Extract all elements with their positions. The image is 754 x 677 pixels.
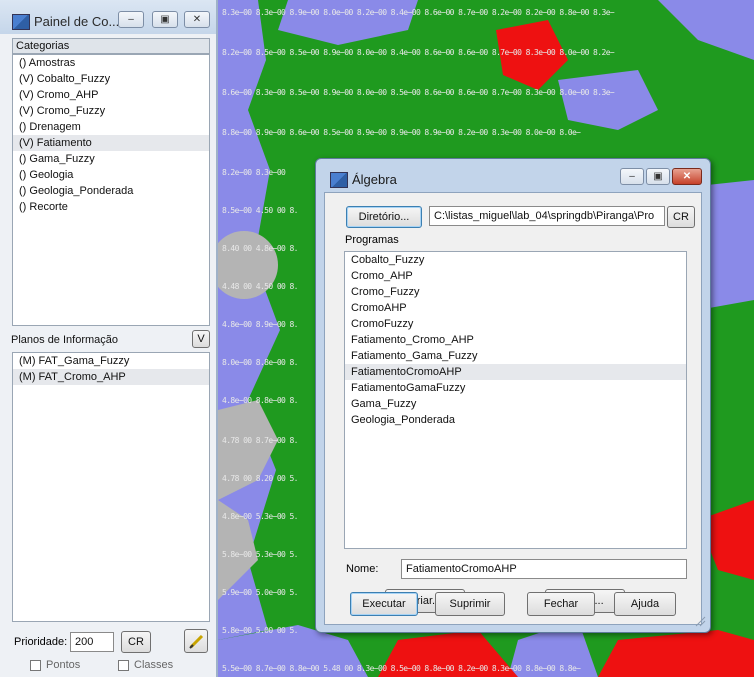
programa-item[interactable]: CromoFuzzy — [345, 316, 686, 332]
grid-label: 4.8e−00 5.3e−00 5. — [222, 512, 299, 521]
fechar-button[interactable]: Fechar — [527, 592, 595, 616]
prioridade-input[interactable]: 200 — [70, 632, 114, 652]
nome-label: Nome: — [346, 563, 379, 575]
diretorio-cr-button[interactable]: CR — [667, 206, 695, 228]
dialog-body: Diretório... C:\listas_miguel\lab_04\spr… — [324, 192, 702, 625]
grid-label: 8.3e−00 8.3e−00 8.9e−00 8.0e−00 8.2e−00 … — [222, 8, 615, 17]
dialog-title-bar[interactable]: Álgebra – ▣ ✕ — [316, 159, 710, 191]
grid-label: 4.8e−00 8.8e−00 8. — [222, 396, 299, 405]
grid-label: 5.5e−00 8.7e−00 8.8e−00 5.48 00 8.3e−00 … — [222, 664, 581, 673]
pontos-checkbox[interactable] — [30, 660, 41, 671]
prioridade-label: Prioridade: — [14, 636, 68, 648]
plano-item-selected[interactable]: (M) FAT_Cromo_AHP — [13, 369, 209, 385]
grid-label: 8.40 00 4.8e−00 8. — [222, 244, 299, 253]
grid-label: 8.8e−00 8.9e−00 8.6e−00 8.5e−00 8.9e−00 … — [222, 128, 581, 137]
app-icon — [330, 172, 348, 188]
grid-label: 4.78 00 8.7e−00 8. — [222, 436, 299, 445]
grid-label: 8.5e−00 4.50 00 8. — [222, 206, 299, 215]
grid-label: 8.2e−00 8.5e−00 8.5e−00 8.9e−00 8.0e−00 … — [222, 48, 615, 57]
programa-item[interactable]: CromoAHP — [345, 300, 686, 316]
cr-button[interactable]: CR — [121, 631, 151, 653]
restore-icon: ▣ — [160, 14, 170, 25]
suprimir-button[interactable]: Suprimir — [435, 592, 505, 616]
category-item[interactable]: (V) Cobalto_Fuzzy — [13, 71, 209, 87]
categories-list[interactable]: () Amostras (V) Cobalto_Fuzzy (V) Cromo_… — [12, 54, 210, 326]
grid-label: 5.9e−00 5.0e−00 5. — [222, 588, 299, 597]
grid-label: 5.8e−00 5.00 00 5. — [222, 626, 299, 635]
programa-item[interactable]: Fatiamento_Gama_Fuzzy — [345, 348, 686, 364]
grid-label: 4.8e−00 8.9e−00 8. — [222, 320, 299, 329]
executar-button[interactable]: Executar — [350, 592, 418, 616]
restore-icon: ▣ — [653, 171, 663, 182]
programa-item[interactable]: Gama_Fuzzy — [345, 396, 686, 412]
planos-header: Planos de Informação — [11, 334, 119, 346]
close-icon: ✕ — [682, 171, 692, 182]
categories-header: Categorias — [12, 38, 210, 54]
close-icon: ✕ — [192, 14, 202, 25]
pontos-label: Pontos — [46, 659, 81, 671]
minimize-icon: – — [629, 171, 635, 182]
category-item[interactable]: () Geologia_Ponderada — [13, 183, 209, 199]
category-item[interactable]: () Recorte — [13, 199, 209, 215]
programas-label: Programas — [345, 234, 399, 246]
category-item[interactable]: () Gama_Fuzzy — [13, 151, 209, 167]
category-item-selected[interactable]: (V) Fatiamento — [13, 135, 209, 151]
category-item[interactable]: (V) Cromo_Fuzzy — [13, 103, 209, 119]
diretorio-button[interactable]: Diretório... — [346, 206, 422, 228]
grid-label: 8.2e−00 8.3e−00 — [222, 168, 286, 177]
panel-title-bar[interactable]: Painel de Co... – ▣ ✕ — [0, 0, 216, 34]
restore-button[interactable]: ▣ — [152, 11, 178, 28]
ajuda-button[interactable]: Ajuda — [614, 592, 676, 616]
grid-label: 8.6e−00 8.3e−00 8.5e−00 8.9e−00 8.0e−00 … — [222, 88, 615, 97]
planos-v-button[interactable]: V — [192, 330, 210, 348]
programa-item[interactable]: Cromo_AHP — [345, 268, 686, 284]
plano-item[interactable]: (M) FAT_Gama_Fuzzy — [13, 353, 209, 369]
pencil-icon — [189, 634, 204, 649]
minimize-button[interactable]: – — [118, 11, 144, 28]
app-icon — [12, 14, 30, 30]
grid-label: 8.0e−00 8.8e−00 8. — [222, 358, 299, 367]
resize-grip-icon[interactable] — [694, 615, 706, 627]
grid-label: 4.48 00 4.50 00 8. — [222, 282, 299, 291]
grid-label: 4.78 00 8.20 00 5. — [222, 474, 299, 483]
minimize-icon: – — [128, 14, 134, 25]
dialog-title: Álgebra — [352, 172, 397, 187]
programa-item-selected[interactable]: FatiamentoCromoAHP — [345, 364, 686, 380]
close-button[interactable]: ✕ — [672, 168, 702, 185]
programa-item[interactable]: Cromo_Fuzzy — [345, 284, 686, 300]
panel-title: Painel de Co... — [34, 14, 120, 29]
close-button[interactable]: ✕ — [184, 11, 210, 28]
programa-item[interactable]: FatiamentoGamaFuzzy — [345, 380, 686, 396]
category-item[interactable]: (V) Cromo_AHP — [13, 87, 209, 103]
control-panel: Painel de Co... – ▣ ✕ Categorias () Amos… — [0, 0, 218, 677]
restore-button[interactable]: ▣ — [646, 168, 670, 185]
classes-label: Classes — [134, 659, 174, 671]
programas-list[interactable]: Cobalto_Fuzzy Cromo_AHP Cromo_Fuzzy Crom… — [344, 251, 687, 549]
algebra-dialog: Álgebra – ▣ ✕ Diretório... C:\listas_mig… — [315, 158, 711, 633]
category-item[interactable]: () Drenagem — [13, 119, 209, 135]
programa-item[interactable]: Fatiamento_Cromo_AHP — [345, 332, 686, 348]
programa-item[interactable]: Cobalto_Fuzzy — [345, 252, 686, 268]
nome-input[interactable]: FatiamentoCromoAHP — [401, 559, 687, 579]
diretorio-path-field[interactable]: C:\listas_miguel\lab_04\springdb\Piranga… — [429, 206, 665, 226]
minimize-button[interactable]: – — [620, 168, 644, 185]
edit-color-button[interactable] — [184, 629, 208, 653]
category-item[interactable]: () Geologia — [13, 167, 209, 183]
classes-checkbox[interactable] — [118, 660, 129, 671]
grid-label: 5.8e−00 5.3e−00 5. — [222, 550, 299, 559]
planos-list[interactable]: (M) FAT_Gama_Fuzzy (M) FAT_Cromo_AHP — [12, 352, 210, 622]
category-item[interactable]: () Amostras — [13, 55, 209, 71]
programa-item[interactable]: Geologia_Ponderada — [345, 412, 686, 428]
